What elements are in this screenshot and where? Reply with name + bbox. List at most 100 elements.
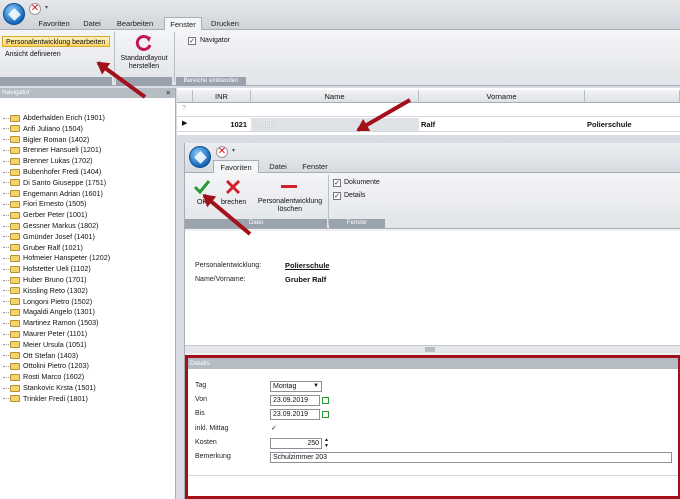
kosten-input[interactable]: 250 <box>270 438 322 449</box>
stepper-icon[interactable]: ▲ ▼ <box>324 437 329 449</box>
tree-item[interactable]: Longoni Pietro (1502) <box>3 297 168 308</box>
inner-tab-favoriten[interactable]: Favoriten <box>213 160 259 173</box>
tree-item[interactable]: Abderhalden Erich (1901) <box>3 113 168 124</box>
tab-datei[interactable]: Datei <box>78 17 106 30</box>
tree-connector <box>3 182 9 184</box>
tree-item[interactable]: Ottolini Pietro (1203) <box>3 361 168 372</box>
grid-row[interactable]: ▶ 1021 Gruber Ralf Polierschule <box>177 118 680 132</box>
quick-access-dropdown-icon[interactable]: ▾ <box>45 4 48 11</box>
person-grid: INR Name Vorname ? ▶ 1021 Gruber Ralf Po… <box>177 88 680 135</box>
tree-item[interactable]: Di Santo Giuseppe (1751) <box>3 178 168 189</box>
tree-item[interactable]: Trinkler Fredi (1801) <box>3 394 168 405</box>
bemerkung-input[interactable]: Schulzimmer 203 <box>270 452 672 463</box>
grid-header-vorname[interactable]: Vorname <box>419 90 585 103</box>
tree-item[interactable]: Maurer Peter (1101) <box>3 329 168 340</box>
standardlayout-button[interactable]: Standardlayout herstellen <box>116 32 172 76</box>
navigator-tree: Abderhalden Erich (1901) Arifi Juliano (… <box>3 113 168 405</box>
grid-header-extra[interactable] <box>585 90 680 103</box>
folder-icon <box>10 287 20 295</box>
tab-bearbeiten[interactable]: Bearbeiten <box>112 17 158 30</box>
inner-close-icon[interactable]: ✕ <box>216 146 228 158</box>
tree-item[interactable]: Fiori Ernesto (1505) <box>3 199 168 210</box>
calendar-icon[interactable] <box>322 411 329 418</box>
ansicht-definieren-button[interactable]: Ansicht definieren <box>2 49 110 60</box>
folder-icon <box>10 190 20 198</box>
tree-connector <box>3 301 9 303</box>
tree-item[interactable]: Hofstetter Ueli (1102) <box>3 264 168 275</box>
cell-name[interactable]: Gruber <box>251 118 419 131</box>
folder-icon <box>10 384 20 392</box>
navigator-close-icon[interactable]: ✕ <box>166 88 171 98</box>
tree-item[interactable]: Gerber Peter (1001) <box>3 210 168 221</box>
inner-window: ✕ ▾ Favoriten Datei Fenster OK brechen P… <box>184 143 680 499</box>
tree-connector <box>3 279 9 281</box>
delete-button[interactable]: Personalentwicklung löschen <box>253 177 327 217</box>
inner-ribbon: OK brechen Personalentwicklung löschen D… <box>185 173 680 229</box>
folder-icon <box>10 395 20 403</box>
tree-item[interactable]: Bubenhofer Fredi (1404) <box>3 167 168 178</box>
folder-icon <box>10 146 20 154</box>
inner-quick-access-dropdown-icon[interactable]: ▾ <box>232 147 235 154</box>
tree-item[interactable]: Huber Bruno (1701) <box>3 275 168 286</box>
dokumente-checkbox[interactable]: ✓ <box>333 179 341 187</box>
tree-item[interactable]: Magaldi Angelo (1301) <box>3 307 168 318</box>
folder-icon <box>10 308 20 316</box>
tree-item[interactable]: Rosti Marco (1602) <box>3 372 168 383</box>
details-checkbox[interactable]: ✓ <box>333 192 341 200</box>
close-icon[interactable]: ✕ <box>29 3 41 15</box>
tree-connector <box>3 117 9 119</box>
tree-item[interactable]: Ott Stefan (1403) <box>3 351 168 362</box>
folder-icon <box>10 352 20 360</box>
tree-item[interactable]: Arifi Juliano (1504) <box>3 124 168 135</box>
folder-icon <box>10 244 20 252</box>
tree-connector <box>3 193 9 195</box>
tree-connector <box>3 290 9 292</box>
standardlayout-label: Standardlayout herstellen <box>120 55 168 70</box>
inner-app-orb-icon[interactable] <box>189 146 211 168</box>
calendar-icon[interactable] <box>322 397 329 404</box>
inner-tab-fenster[interactable]: Fenster <box>297 160 333 173</box>
grid-header-inr[interactable]: INR <box>193 90 251 103</box>
tree-item[interactable]: Martinez Ramon (1503) <box>3 318 168 329</box>
mittag-checkbox[interactable]: ✓ <box>270 425 278 433</box>
folder-icon <box>10 373 20 381</box>
ribbon-separator-2 <box>174 32 175 82</box>
tree-item[interactable]: Bigler Roman (1402) <box>3 135 168 146</box>
folder-icon <box>10 276 20 284</box>
von-label: Von <box>195 396 208 403</box>
tab-favoriten[interactable]: Favoriten <box>30 17 78 30</box>
navigator-title: Navigator <box>2 89 30 96</box>
tag-select[interactable]: Montag ▼ <box>270 381 322 392</box>
navigator-checkbox[interactable]: ✓ <box>188 37 196 45</box>
tree-item[interactable]: Kissling Reto (1302) <box>3 286 168 297</box>
cancel-x-icon <box>225 179 241 195</box>
app-orb-icon[interactable] <box>3 3 25 25</box>
grid-filter-row[interactable]: ? <box>177 103 680 117</box>
tree-item[interactable]: Gruber Ralf (1021) <box>3 243 168 254</box>
pe-value-link[interactable]: Polierschule <box>285 261 330 270</box>
grid-header-name[interactable]: Name <box>251 90 419 103</box>
tree-item[interactable]: Stankovic Krsta (1501) <box>3 383 168 394</box>
mittag-label: inkl. Mittag <box>195 425 229 432</box>
tree-item[interactable]: Brenner Hansueli (1201) <box>3 145 168 156</box>
tree-connector <box>3 322 9 324</box>
von-date-field[interactable]: 23.09.2019 <box>270 395 329 406</box>
tree-connector <box>3 311 9 313</box>
tree-item[interactable]: Engemann Adrian (1601) <box>3 189 168 200</box>
form-scrollbar[interactable] <box>185 345 680 353</box>
tree-item[interactable]: Hofmeier Hanspeter (1202) <box>3 253 168 264</box>
pe-label: Personalentwicklung: <box>195 262 262 269</box>
personalentwicklung-bearbeiten-button[interactable]: Personalentwicklung bearbeiten <box>2 36 110 47</box>
inner-tab-datei[interactable]: Datei <box>265 160 291 173</box>
bis-date-field[interactable]: 23.09.2019 <box>270 409 329 420</box>
scrollbar-thumb[interactable] <box>425 347 435 352</box>
tree-item[interactable]: Brenner Lukas (1702) <box>3 156 168 167</box>
tab-fenster[interactable]: Fenster <box>164 17 202 30</box>
name-label: Name/Vorname: <box>195 276 246 283</box>
tab-drucken[interactable]: Drucken <box>206 17 244 30</box>
tree-item[interactable]: Gessner Markus (1802) <box>3 221 168 232</box>
folder-icon <box>10 125 20 133</box>
folder-icon <box>10 179 20 187</box>
tree-item[interactable]: Gmünder Josef (1401) <box>3 232 168 243</box>
tree-item[interactable]: Meier Ursula (1051) <box>3 340 168 351</box>
